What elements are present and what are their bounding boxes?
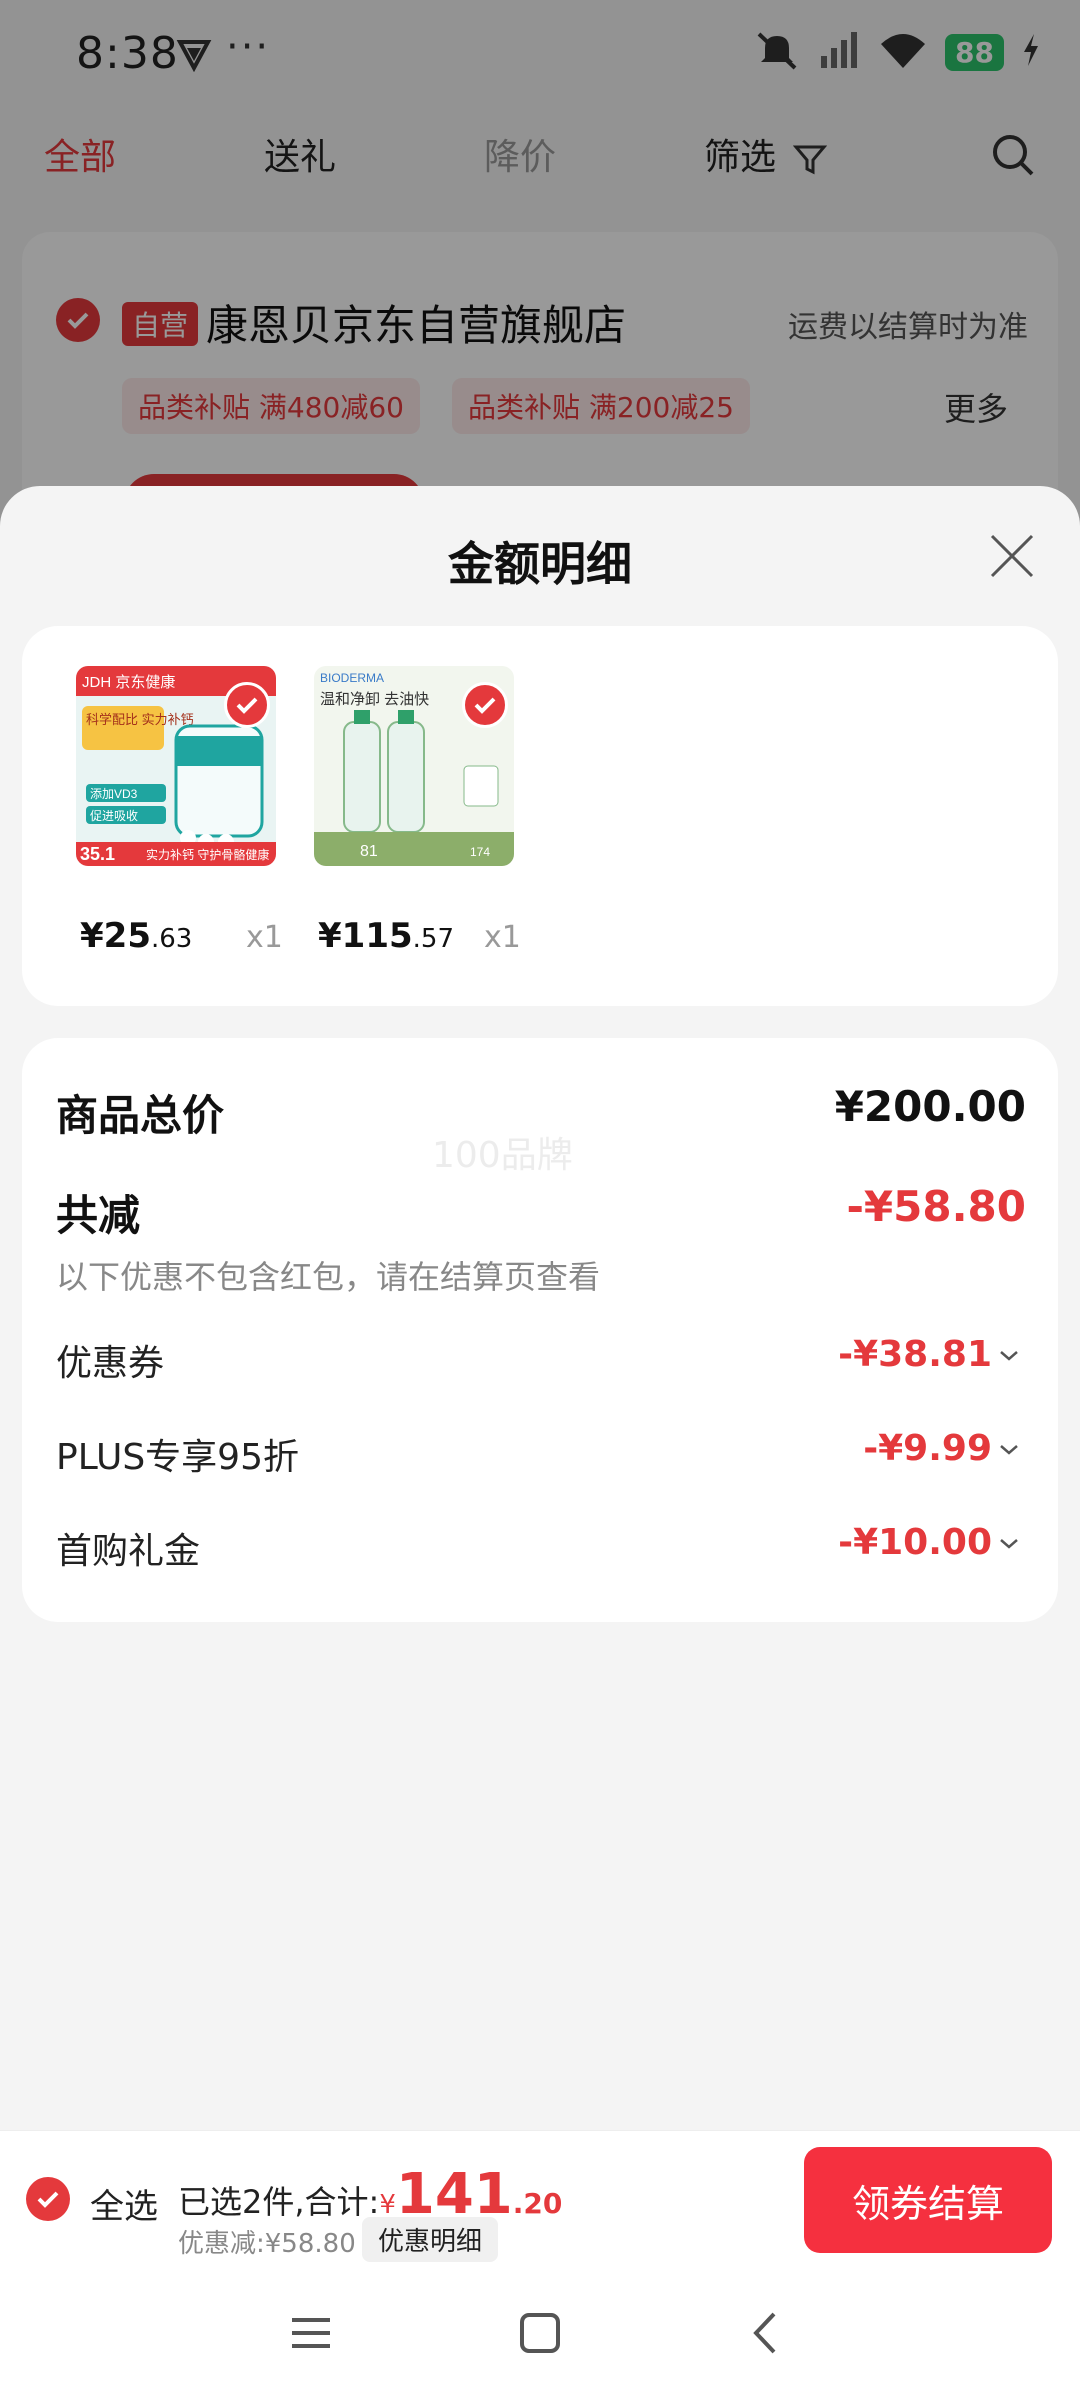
- checkmark-icon: [37, 2191, 59, 2208]
- svg-text:科学配比 实力补钙: 科学配比 实力补钙: [86, 712, 194, 727]
- row-value: -¥9.99: [863, 1428, 992, 1469]
- product-list: JDH 京东健康 科学配比 实力补钙 添加VD3 促进吸收 35.1 实力补钙 …: [22, 626, 1058, 1006]
- checkout-button[interactable]: 领券结算: [804, 2147, 1052, 2253]
- price-decimal: .57: [412, 924, 454, 954]
- product-price: ¥25.63: [80, 916, 192, 956]
- home-icon[interactable]: [515, 2308, 565, 2358]
- checkmark-icon: [474, 697, 496, 714]
- total-integer: 141: [395, 2162, 513, 2227]
- price-summary: 100品牌 商品总价 ¥200.00 共减 -¥58.80 以下优惠不包含红包，…: [22, 1038, 1058, 1622]
- discount-note: 以下优惠不包含红包，请在结算页查看: [56, 1258, 601, 1296]
- total-currency: ¥: [379, 2190, 396, 2220]
- svg-text:35.1: 35.1: [80, 844, 115, 864]
- product-quantity: x1: [484, 920, 521, 955]
- chevron-down-icon: [1000, 1351, 1018, 1361]
- row-value: -¥38.81: [838, 1334, 992, 1375]
- chevron-down-icon: [1000, 1539, 1018, 1549]
- product-checkbox[interactable]: [462, 682, 508, 728]
- select-all-label[interactable]: 全选: [90, 2179, 158, 2228]
- svg-text:BIODERMA: BIODERMA: [320, 671, 384, 685]
- checkout-bar: 全选 已选2件,合计: ¥ 141 .20 优惠减:¥58.80 优惠明细 领券…: [0, 2130, 1080, 2270]
- back-icon[interactable]: [742, 2308, 792, 2358]
- selected-total: 已选2件,合计: ¥ 141 .20: [178, 2167, 562, 2223]
- row-label: 优惠券: [56, 1343, 165, 1384]
- discount-value: -¥58.80: [846, 1182, 1026, 1231]
- row-value: -¥10.00: [838, 1522, 992, 1563]
- selected-text: 已选2件,合计:: [178, 2183, 380, 2221]
- price-integer: ¥115: [318, 916, 413, 956]
- price-decimal: .63: [150, 924, 193, 954]
- chevron-down-icon: [1000, 1445, 1018, 1455]
- product-price: ¥115.57: [318, 916, 454, 956]
- price-integer: ¥25: [80, 916, 151, 956]
- row-label: 首购礼金: [56, 1531, 201, 1572]
- watermark: 100品牌: [432, 1135, 573, 1176]
- amount-detail-sheet: 金额明细 JDH 京东健康 科学配比 实力补钙 添加VD3 促进吸收 35.1 …: [0, 486, 1080, 2130]
- select-all-checkbox[interactable]: [26, 2177, 70, 2221]
- discount-label: 共减: [56, 1191, 141, 1240]
- discount-detail-button[interactable]: 优惠明细: [362, 2217, 499, 2262]
- checkmark-icon: [236, 697, 258, 714]
- svg-text:温和净卸 去油快: 温和净卸 去油快: [320, 691, 429, 708]
- svg-text:174: 174: [470, 845, 490, 859]
- close-icon[interactable]: [986, 530, 1038, 582]
- row-label: PLUS专享95折: [56, 1437, 299, 1478]
- product-quantity: x1: [246, 920, 283, 955]
- system-nav-bar: [0, 2270, 1080, 2400]
- total-label: 商品总价: [56, 1091, 225, 1140]
- sheet-title: 金额明细: [448, 537, 632, 591]
- product-checkbox[interactable]: [224, 682, 270, 728]
- svg-text:实力补钙 守护骨骼健康: 实力补钙 守护骨骼健康: [146, 847, 269, 862]
- total-value: ¥200.00: [834, 1082, 1026, 1131]
- svg-text:81: 81: [360, 843, 378, 860]
- svg-text:JDH 京东健康: JDH 京东健康: [82, 674, 175, 691]
- menu-icon[interactable]: [286, 2308, 336, 2358]
- svg-text:促进吸收: 促进吸收: [90, 809, 138, 823]
- total-decimal: .20: [512, 2187, 563, 2220]
- discount-summary: 优惠减:¥58.80: [178, 2229, 356, 2259]
- svg-text:添加VD3: 添加VD3: [90, 787, 138, 801]
